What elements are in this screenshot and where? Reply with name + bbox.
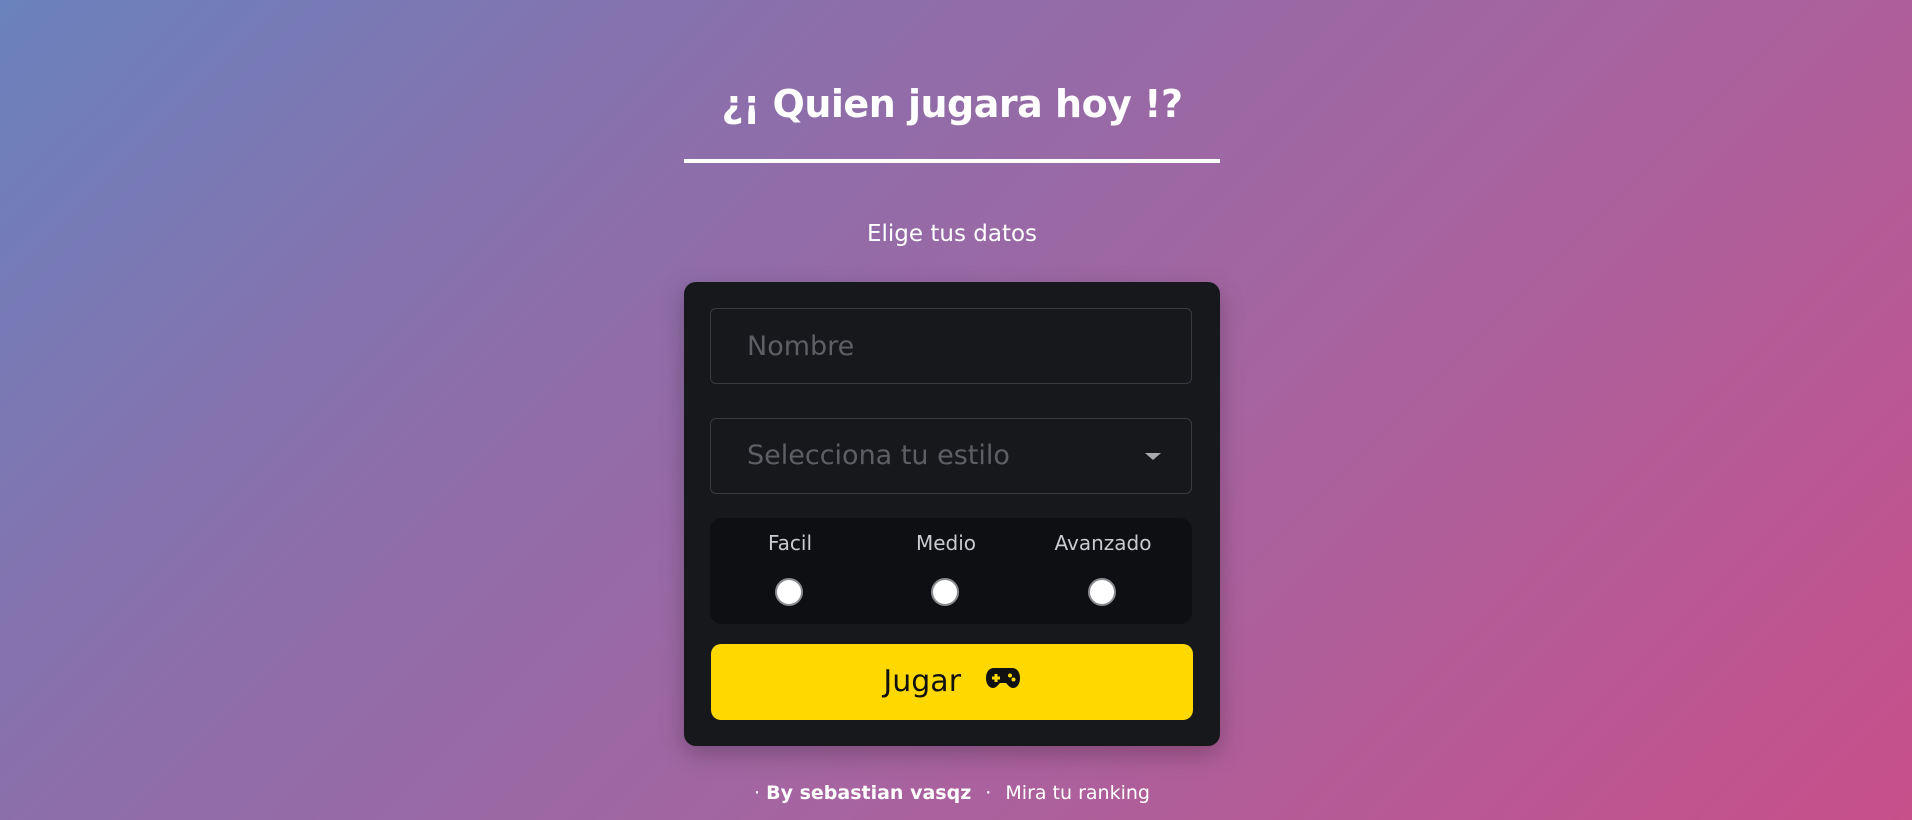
style-select-placeholder: Selecciona tu estilo — [747, 440, 1010, 471]
play-button[interactable]: Jugar — [711, 644, 1193, 720]
footer-bullet: · — [754, 782, 761, 804]
difficulty-label: Medio — [915, 531, 977, 555]
author-credit: By sebastian vasqz — [766, 782, 972, 804]
caret-down-icon — [1145, 453, 1161, 460]
player-form-card: Selecciona tu estilo Facil Medio Avanzad… — [684, 282, 1220, 746]
play-button-label: Jugar — [883, 664, 962, 699]
difficulty-label: Avanzado — [1054, 531, 1152, 555]
difficulty-radio-medio[interactable] — [931, 578, 959, 606]
footer: · By sebastian vasqz · Mira tu ranking — [684, 778, 1220, 808]
difficulty-option-medio[interactable]: Medio — [866, 518, 1026, 624]
page-subtitle: Elige tus datos — [866, 221, 1038, 247]
difficulty-panel: Facil Medio Avanzado — [710, 518, 1192, 624]
name-input[interactable] — [710, 308, 1192, 384]
gamepad-icon — [985, 642, 1021, 718]
difficulty-option-avanzado[interactable]: Avanzado — [1023, 518, 1183, 624]
title-underline — [684, 159, 1220, 163]
footer-separator: · — [985, 782, 992, 804]
difficulty-option-facil[interactable]: Facil — [710, 518, 870, 624]
ranking-link[interactable]: Mira tu ranking — [1005, 782, 1150, 804]
page-title: ¿¡ Quien jugara hoy !? — [721, 82, 1183, 126]
difficulty-radio-avanzado[interactable] — [1088, 578, 1116, 606]
style-select[interactable]: Selecciona tu estilo — [710, 418, 1192, 494]
difficulty-label: Facil — [767, 531, 813, 555]
difficulty-radio-facil[interactable] — [775, 578, 803, 606]
